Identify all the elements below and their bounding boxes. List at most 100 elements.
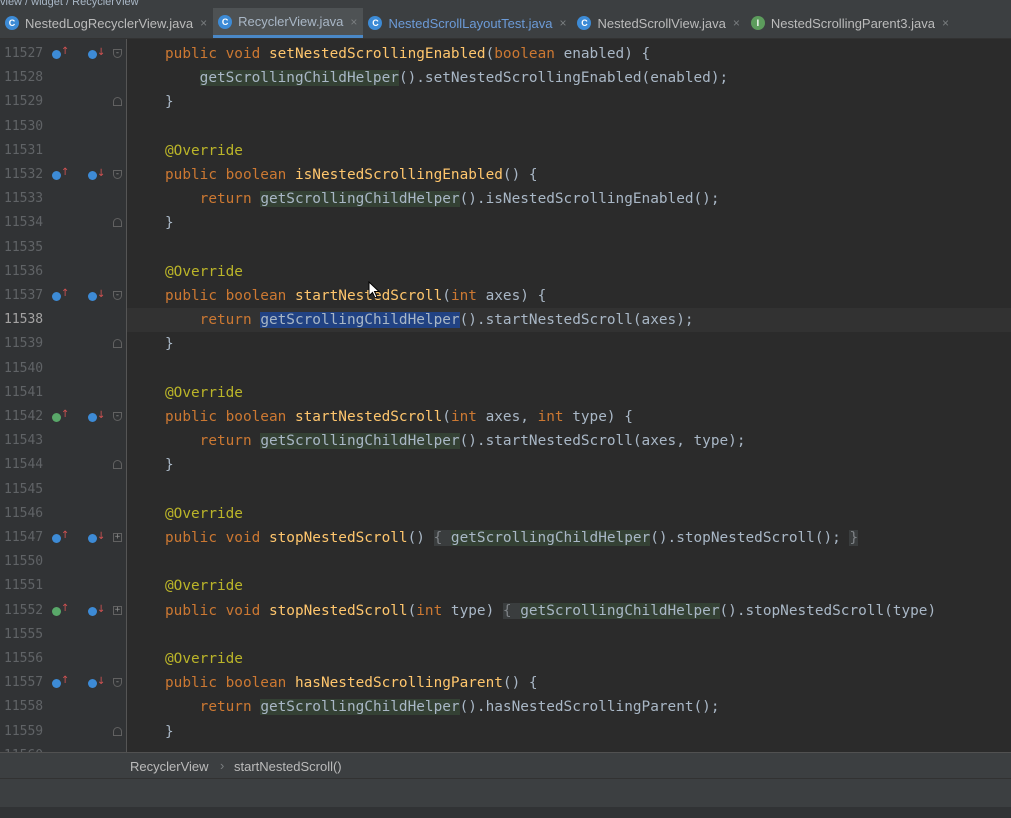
code-line[interactable]: 11559}	[0, 720, 1011, 744]
code-token: ().startNestedScroll(axes, type);	[459, 433, 746, 450]
fold-collapse-icon[interactable]	[113, 460, 122, 470]
code-text[interactable]: return getScrollingChildHelper().startNe…	[165, 429, 746, 453]
fold-collapse-icon[interactable]: -	[113, 49, 122, 58]
code-line[interactable]: 11550	[0, 550, 1011, 574]
code-text[interactable]: @Override	[165, 502, 243, 526]
code-text[interactable]: public boolean hasNestedScrollingParent(…	[165, 671, 538, 695]
fold-collapse-icon[interactable]	[113, 97, 122, 107]
code-line[interactable]: 11538 return getScrollingChildHelper().s…	[0, 308, 1011, 333]
code-text[interactable]: @Override	[165, 260, 243, 284]
breadcrumb-class[interactable]: RecyclerView	[130, 759, 209, 774]
fold-expand-icon[interactable]: +	[113, 533, 122, 542]
code-line[interactable]: 11543 return getScrollingChildHelper().s…	[0, 429, 1011, 453]
code-line[interactable]: 11545	[0, 478, 1011, 502]
code-line[interactable]: 11558 return getScrollingChildHelper().h…	[0, 695, 1011, 719]
code-text[interactable]: @Override	[165, 381, 243, 405]
tab-2[interactable]: C NestedScrollLayoutTest.java ×	[363, 8, 572, 38]
overrides-method-icon[interactable]: ↑	[52, 289, 69, 303]
fold-expand-icon[interactable]: +	[113, 605, 122, 615]
code-line[interactable]: 11555	[0, 623, 1011, 647]
code-text[interactable]: return getScrollingChildHelper().startNe…	[165, 308, 694, 332]
top-breadcrumb: view / widget / RecyclerView	[0, 0, 1011, 8]
code-text[interactable]: @Override	[165, 574, 243, 598]
code-line[interactable]: 11552 ↑ ↓ + public void stopNestedScroll(int…	[0, 599, 1011, 623]
close-icon[interactable]: ×	[200, 16, 207, 30]
fold-collapse-icon[interactable]	[113, 726, 122, 736]
code-text[interactable]: public boolean startNestedScroll(int axe…	[165, 284, 546, 308]
overridden-method-icon[interactable]: ↓	[88, 604, 105, 618]
code-line[interactable]: 11544}	[0, 453, 1011, 477]
fold-collapse-icon[interactable]: -	[113, 291, 122, 300]
overrides-method-icon[interactable]: ↑	[52, 531, 69, 545]
code-line[interactable]: 11560	[0, 744, 1011, 752]
code-line[interactable]: 11534}	[0, 211, 1011, 235]
code-line[interactable]: 11536 @Override	[0, 260, 1011, 284]
overrides-method-icon[interactable]: ↑	[52, 168, 69, 182]
fold-collapse-icon[interactable]	[113, 218, 122, 228]
code-text[interactable]: return getScrollingChildHelper().isNeste…	[165, 187, 720, 211]
overridden-method-icon[interactable]: ↓	[88, 289, 105, 303]
line-number: 11545	[4, 481, 44, 497]
fold-collapse-icon[interactable]: -	[113, 170, 122, 179]
tab-4[interactable]: I NestedScrollingParent3.java ×	[746, 8, 955, 38]
breadcrumb-method[interactable]: startNestedScroll()	[234, 759, 342, 774]
overridden-method-icon[interactable]: ↓	[88, 531, 105, 545]
code-text[interactable]: public boolean startNestedScroll(int axe…	[165, 405, 633, 429]
code-line[interactable]: 11528 getScrollingChildHelper().setNeste…	[0, 66, 1011, 90]
close-icon[interactable]: ×	[350, 15, 357, 29]
code-line[interactable]: 11532 ↑ ↓ - public boolean isNestedScrolling…	[0, 163, 1011, 187]
code-line[interactable]: 11557 ↑ ↓ - public boolean hasNestedScrollin…	[0, 671, 1011, 695]
close-icon[interactable]: ×	[559, 16, 566, 30]
overridden-method-icon[interactable]: ↓	[88, 410, 105, 424]
code-line[interactable]: 11531 @Override	[0, 139, 1011, 163]
code-line[interactable]: 11556 @Override	[0, 647, 1011, 671]
overridden-method-icon[interactable]: ↓	[88, 168, 105, 182]
code-line[interactable]: 11533 return getScrollingChildHelper().i…	[0, 187, 1011, 211]
fold-collapse-icon[interactable]: -	[113, 678, 122, 688]
code-line[interactable]: 11546 @Override	[0, 502, 1011, 526]
code-editor[interactable]: 11527 ↑ ↓ - public void setNestedScrollingEn…	[0, 39, 1011, 752]
code-text[interactable]: public boolean isNestedScrollingEnabled(…	[165, 163, 538, 187]
fold-collapse-icon[interactable]: -	[113, 412, 122, 421]
code-line[interactable]: 11535	[0, 236, 1011, 260]
code-line[interactable]: 11542 ↑ ↓ - public boolean startNestedScroll…	[0, 405, 1011, 429]
code-token: enabled) {	[563, 46, 651, 62]
line-number: 11528	[4, 70, 44, 86]
code-line[interactable]: 11540	[0, 357, 1011, 381]
code-line[interactable]: 11529}	[0, 90, 1011, 114]
code-line[interactable]: 11527 ↑ ↓ - public void setNestedScrollingEn…	[0, 42, 1011, 66]
tab-0[interactable]: C NestedLogRecyclerView.java ×	[0, 8, 213, 38]
selected-text: getScrollingChildHelper	[260, 312, 460, 329]
code-text[interactable]: @Override	[165, 647, 243, 671]
code-text[interactable]: return getScrollingChildHelper().hasNest…	[165, 695, 720, 719]
overridden-method-icon[interactable]: ↓	[88, 47, 105, 61]
fold-collapse-icon[interactable]	[113, 339, 122, 349]
code-text[interactable]: @Override	[165, 139, 243, 163]
close-icon[interactable]: ×	[942, 16, 949, 30]
code-token: (	[485, 46, 495, 62]
overrides-method-icon[interactable]: ↑	[52, 410, 69, 424]
tab-label: NestedScrollingParent3.java	[770, 15, 935, 31]
code-text[interactable]: }	[165, 211, 174, 235]
code-text[interactable]: public void setNestedScrollingEnabled(bo…	[165, 42, 650, 66]
code-line[interactable]: 11547 ↑ ↓ + public void stopNestedScroll() {…	[0, 526, 1011, 550]
code-line[interactable]: 11541 @Override	[0, 381, 1011, 405]
overrides-method-icon[interactable]: ↑	[52, 603, 69, 618]
tab-3[interactable]: C NestedScrollView.java ×	[572, 8, 745, 38]
overridden-method-icon[interactable]: ↓	[88, 676, 105, 690]
close-icon[interactable]: ×	[733, 16, 740, 30]
code-text[interactable]: public void stopNestedScroll(int type) {…	[165, 599, 936, 623]
code-text[interactable]: }	[165, 720, 174, 744]
overrides-method-icon[interactable]: ↑	[52, 47, 69, 61]
code-text[interactable]: }	[165, 453, 174, 477]
code-text[interactable]: }	[165, 90, 174, 114]
code-line[interactable]: 11551 @Override	[0, 574, 1011, 598]
code-text[interactable]: public void stopNestedScroll() { getScro…	[165, 526, 859, 550]
code-line[interactable]: 11537 ↑ ↓- public boolean startNestedScroll…	[0, 284, 1011, 308]
code-line[interactable]: 11530	[0, 115, 1011, 139]
overrides-method-icon[interactable]: ↑	[52, 676, 69, 690]
code-line[interactable]: 11539}	[0, 332, 1011, 356]
tab-1[interactable]: C RecyclerView.java ×	[213, 8, 364, 38]
code-text[interactable]: getScrollingChildHelper().setNestedScrol…	[165, 66, 728, 90]
code-text[interactable]: }	[165, 332, 174, 356]
